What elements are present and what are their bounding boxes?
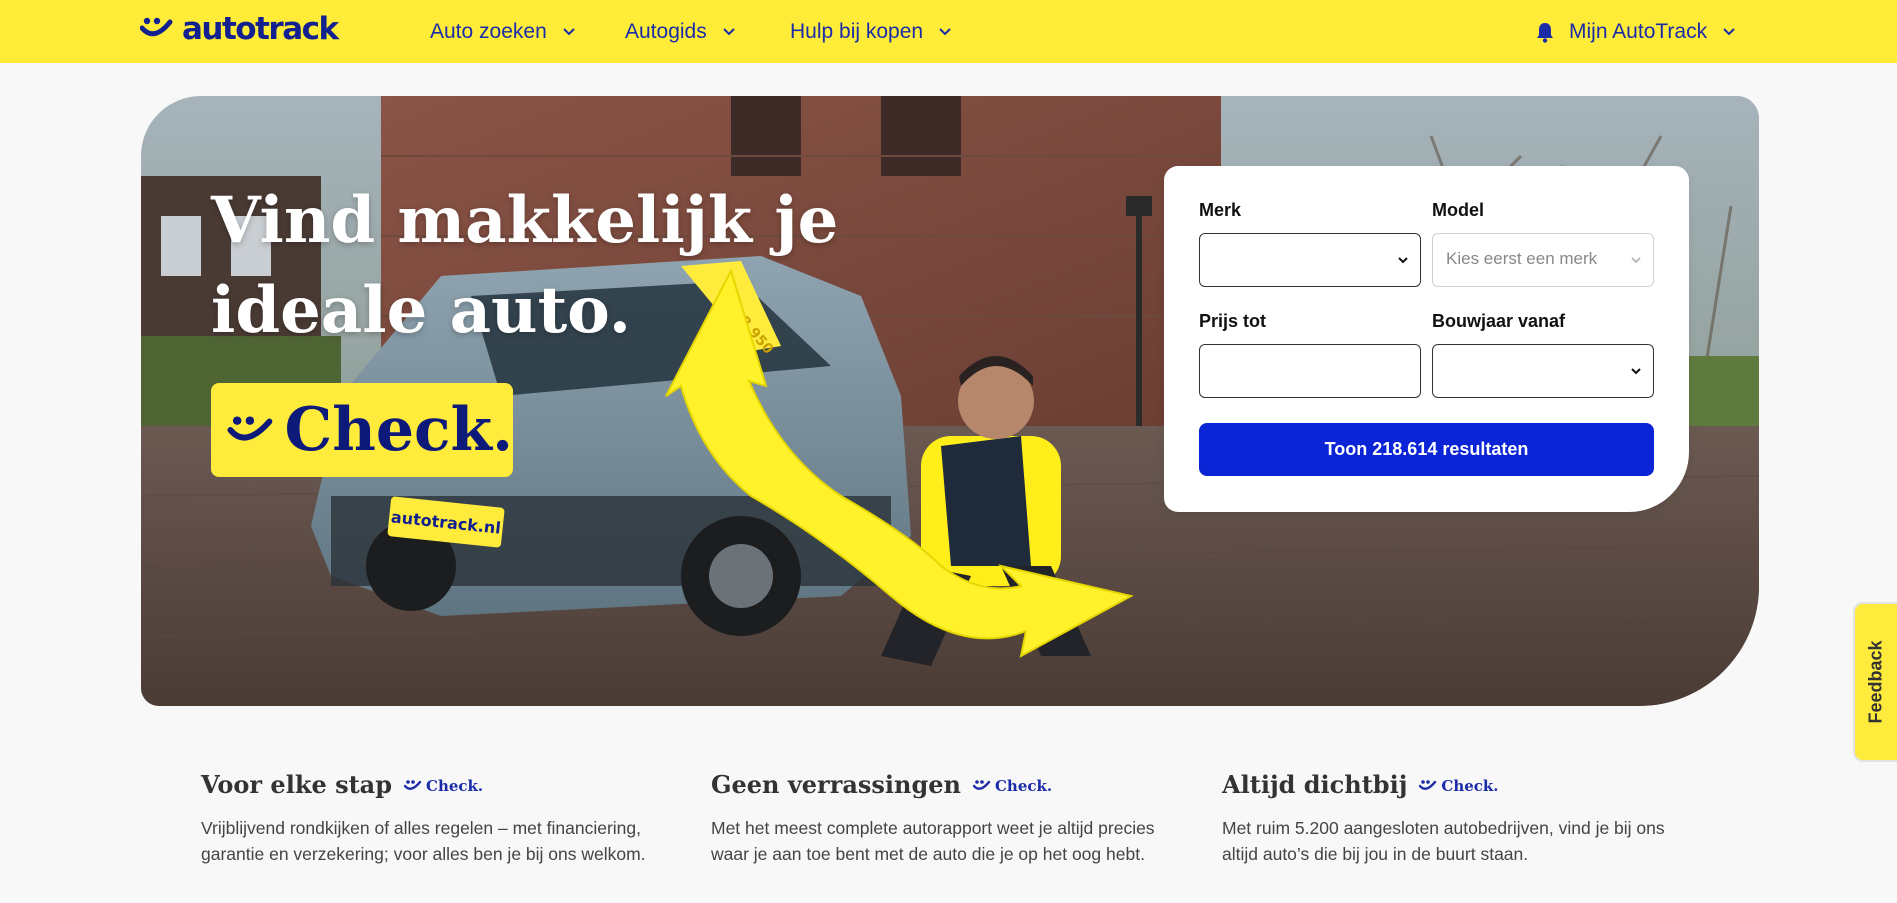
- autotrack-logo[interactable]: autotrack: [140, 11, 339, 47]
- chevron-down-icon: [1398, 257, 1408, 264]
- check-badge: Check.: [211, 383, 513, 477]
- feature-description: Met het meest complete autorapport weet …: [711, 818, 1155, 864]
- smile-check-icon: [227, 416, 273, 441]
- chevron-down-icon: [563, 28, 575, 36]
- mini-check-text: Check.: [426, 777, 484, 795]
- nav-mijn-autotrack[interactable]: Mijn AutoTrack: [1535, 18, 1737, 46]
- hero-heading-line-1: Vind makkelijk je: [211, 183, 839, 258]
- feedback-label: Feedback: [1865, 640, 1886, 724]
- smile-check-icon: [1419, 780, 1437, 790]
- mini-check-badge: Check.: [1419, 777, 1499, 795]
- smile-check-icon: [972, 780, 991, 790]
- feedback-tab[interactable]: Feedback: [1853, 602, 1897, 762]
- make-label: Merk: [1199, 200, 1242, 220]
- model-select[interactable]: Kies eerst een merk: [1432, 233, 1654, 287]
- top-navigation-bar: autotrack Auto zoeken Autogids Hulp bij …: [0, 0, 1897, 63]
- search-form: Merk Model Kies eerst een merk Prijs tot…: [1164, 166, 1689, 512]
- logo-wordmark: autotrack: [182, 11, 339, 47]
- make-select[interactable]: [1199, 233, 1421, 287]
- price-input[interactable]: [1199, 344, 1421, 398]
- feature-heading: Altijd dichtbij Check.: [1222, 770, 1672, 799]
- check-badge-text: Check.: [284, 395, 513, 465]
- nav-hulp-bij-kopen[interactable]: Hulp bij kopen: [790, 18, 953, 46]
- smile-logo-icon: [140, 17, 173, 37]
- account-label: Mijn AutoTrack: [1569, 20, 1708, 43]
- chevron-down-icon: [1631, 257, 1641, 264]
- year-label: Bouwjaar vanaf: [1432, 311, 1566, 331]
- mini-check-badge: Check.: [972, 777, 1053, 795]
- feature-heading: Voor elke stap Check.: [201, 770, 651, 799]
- chevron-down-icon: [939, 28, 951, 36]
- feature-geen-verrassingen: Geen verrassingen Check. Met het meest c…: [711, 770, 1161, 867]
- model-label: Model: [1432, 200, 1484, 220]
- feature-description: Met ruim 5.200 aangesloten autobedrijven…: [1222, 818, 1665, 864]
- mini-check-text: Check.: [994, 777, 1053, 795]
- price-label: Prijs tot: [1199, 311, 1267, 331]
- feature-altijd-dichtbij: Altijd dichtbij Check. Met ruim 5.200 aa…: [1222, 770, 1672, 867]
- mini-check-text: Check.: [1441, 777, 1499, 795]
- feature-heading: Geen verrassingen Check.: [711, 770, 1161, 799]
- feature-title: Geen verrassingen: [711, 770, 961, 799]
- mini-check-badge: Check.: [404, 777, 483, 795]
- chevron-down-icon: [1631, 368, 1641, 375]
- bell-icon: [1537, 23, 1553, 43]
- chevron-down-icon: [1723, 28, 1735, 36]
- smile-check-icon: [404, 780, 422, 790]
- hero-heading-line-2: ideale auto.: [211, 273, 631, 348]
- model-placeholder: Kies eerst een merk: [1446, 249, 1598, 268]
- nav-label: Hulp bij kopen: [790, 20, 924, 43]
- feature-description: Vrijblijvend rondkijken of alles regelen…: [201, 818, 646, 864]
- chevron-down-icon: [723, 28, 735, 36]
- feature-voor-elke-stap: Voor elke stap Check. Vrijblijvend rondk…: [201, 770, 651, 867]
- show-results-button[interactable]: Toon 218.614 resultaten: [1199, 423, 1654, 476]
- year-select[interactable]: [1432, 344, 1654, 398]
- feature-title: Voor elke stap: [201, 770, 393, 799]
- nav-label: Autogids: [625, 20, 707, 43]
- nav-label: Auto zoeken: [430, 20, 547, 43]
- hero-heading: Vind makkelijk je ideale auto.: [211, 176, 911, 356]
- nav-autogids[interactable]: Autogids: [625, 18, 737, 46]
- feature-title: Altijd dichtbij: [1222, 770, 1408, 799]
- nav-auto-zoeken[interactable]: Auto zoeken: [430, 18, 577, 46]
